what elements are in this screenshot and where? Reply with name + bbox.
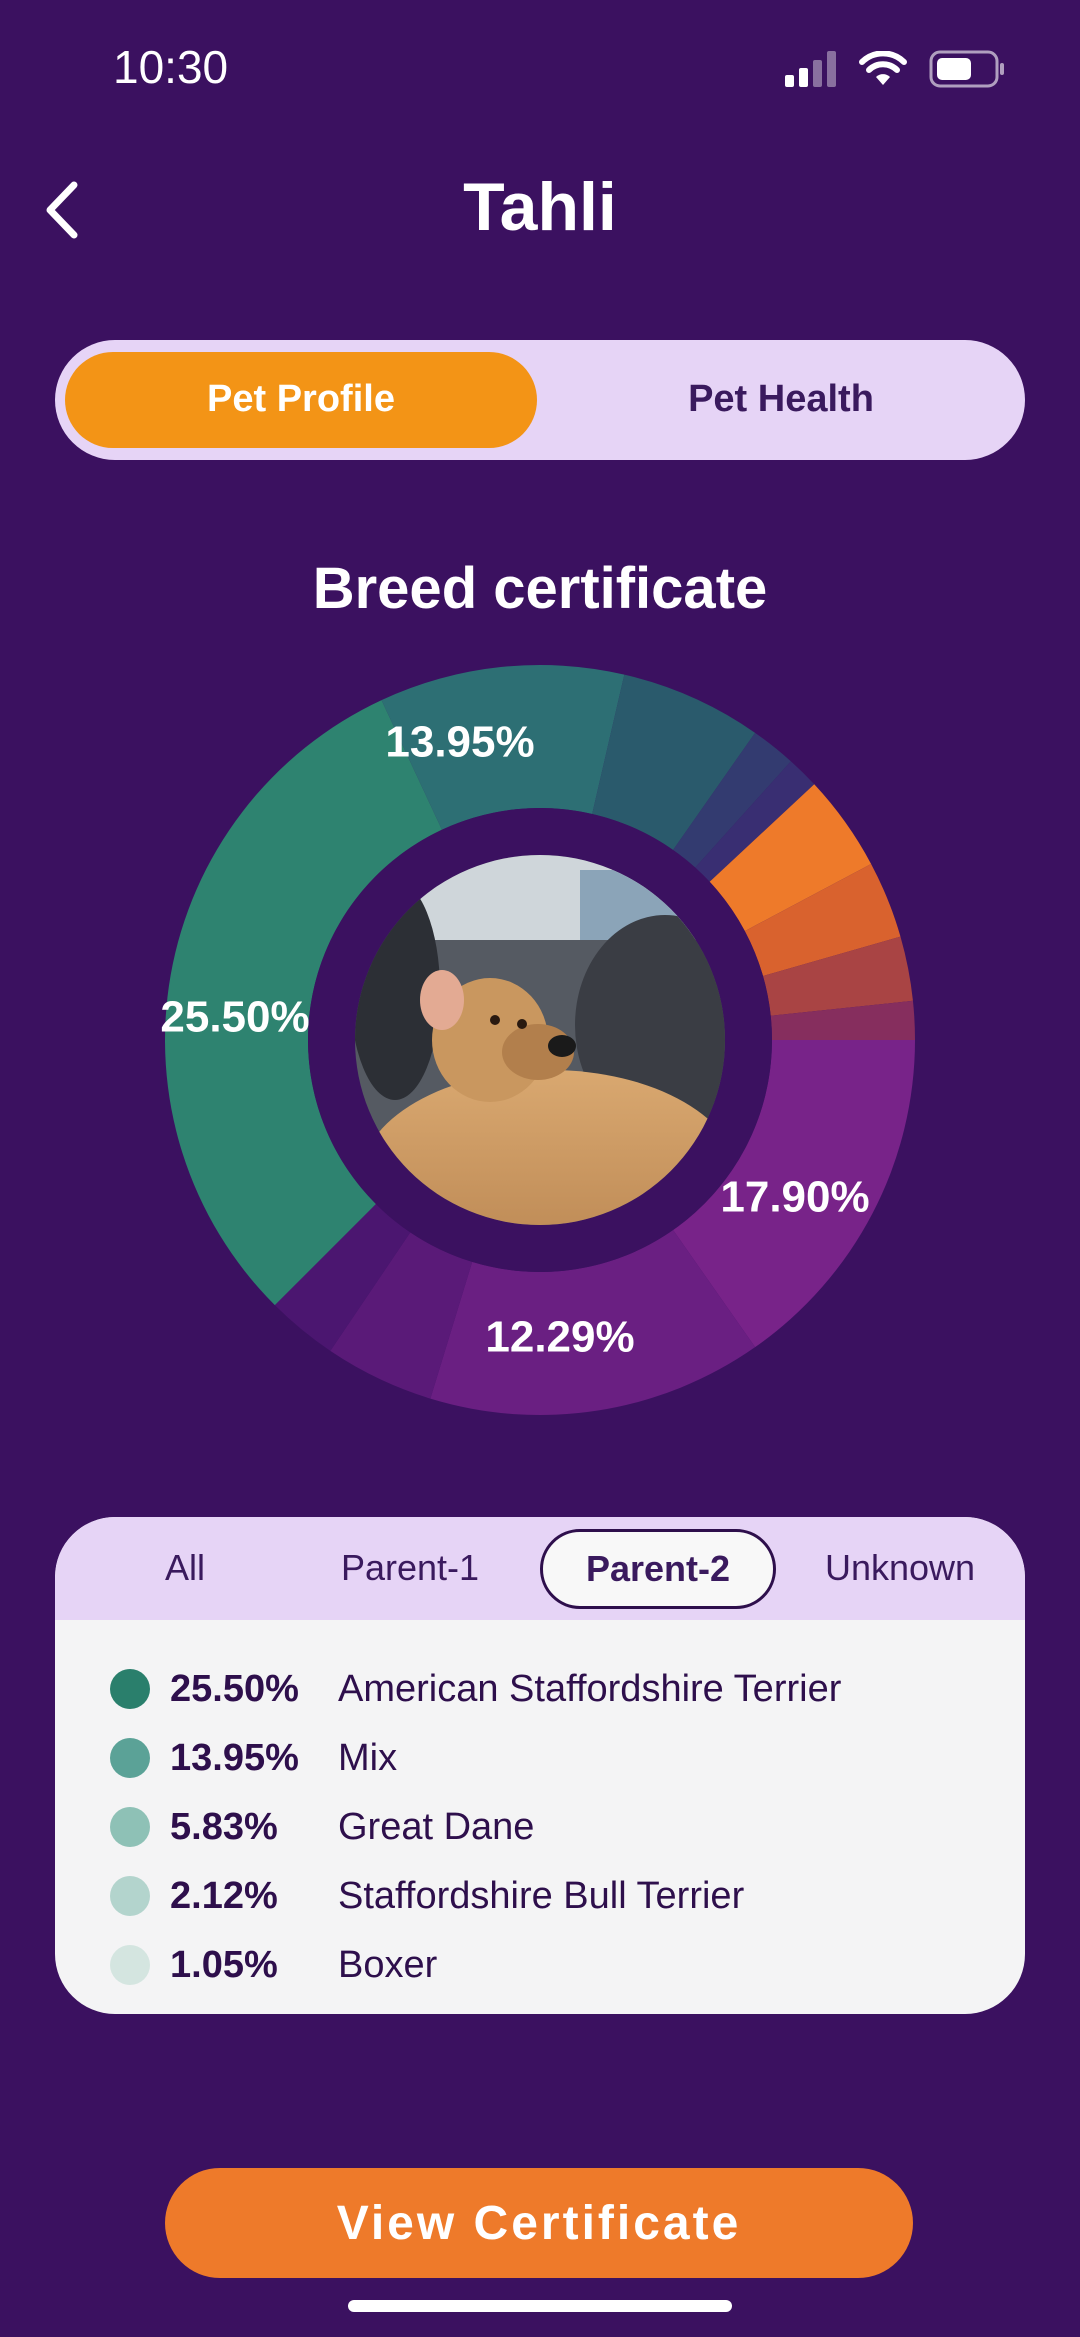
legend-dot — [110, 1876, 150, 1916]
status-icons — [785, 50, 1005, 88]
legend-dot — [110, 1669, 150, 1709]
tab-pet-health[interactable]: Pet Health — [545, 352, 1017, 448]
legend-row: 13.95% Mix — [110, 1728, 397, 1788]
legend-dot — [110, 1945, 150, 1985]
filter-tab-all[interactable]: All — [125, 1547, 245, 1589]
legend-breed-name: Staffordshire Bull Terrier — [338, 1874, 745, 1917]
home-indicator — [348, 2300, 732, 2312]
profile-health-segment: Pet Profile Pet Health — [55, 340, 1025, 460]
tab-pet-profile[interactable]: Pet Profile — [65, 352, 537, 448]
donut-slice-label: 13.95% — [385, 718, 534, 767]
section-title: Breed certificate — [312, 556, 768, 621]
breed-donut-chart: 13.95% 25.50% 17.90% 12.29% — [160, 665, 915, 1415]
legend-percentage: 2.12% — [170, 1874, 278, 1917]
tab-pet-profile-label: Pet Profile — [207, 378, 395, 420]
donut-slice-label: 12.29% — [485, 1313, 634, 1362]
status-time: 10:30 — [113, 41, 229, 93]
signal-icon — [785, 51, 836, 87]
legend-dot — [110, 1738, 150, 1778]
breed-breakdown-card: All Parent-1 Parent-2 Unknown 25.50% Amer… — [55, 1517, 1025, 2014]
filter-tab-parent-1[interactable]: Parent-1 — [320, 1547, 500, 1589]
legend-breed-name: Boxer — [338, 1943, 438, 1986]
donut-slice-label: 25.50% — [160, 993, 309, 1042]
legend-dot — [110, 1807, 150, 1847]
battery-icon — [929, 50, 1004, 88]
legend-row: 25.50% American Staffordshire Terrier — [110, 1659, 841, 1719]
donut-slice-label: 17.90% — [720, 1173, 869, 1222]
parent-filter-tabs: All Parent-1 Parent-2 Unknown — [55, 1517, 1025, 1620]
legend-breed-name: American Staffordshire Terrier — [338, 1667, 842, 1710]
filter-tab-unknown[interactable]: Unknown — [800, 1547, 1000, 1589]
legend-percentage: 13.95% — [170, 1736, 299, 1779]
legend-row: 1.05% Boxer — [110, 1935, 437, 1995]
view-certificate-button[interactable]: View Certificate — [165, 2168, 913, 2278]
legend-row: 2.12% Staffordshire Bull Terrier — [110, 1866, 744, 1926]
tab-pet-health-label: Pet Health — [688, 378, 874, 420]
legend-row: 5.83% Great Dane — [110, 1797, 534, 1857]
legend-breed-name: Great Dane — [338, 1805, 535, 1848]
wifi-icon — [859, 51, 907, 85]
legend-percentage: 5.83% — [170, 1805, 278, 1848]
legend-percentage: 1.05% — [170, 1943, 278, 1986]
legend-percentage: 25.50% — [170, 1667, 299, 1710]
view-certificate-label: View Certificate — [336, 2197, 742, 2250]
filter-tab-parent-2[interactable]: Parent-2 — [540, 1529, 776, 1609]
page-title: Tahli — [463, 169, 617, 245]
legend-breed-name: Mix — [338, 1736, 398, 1779]
